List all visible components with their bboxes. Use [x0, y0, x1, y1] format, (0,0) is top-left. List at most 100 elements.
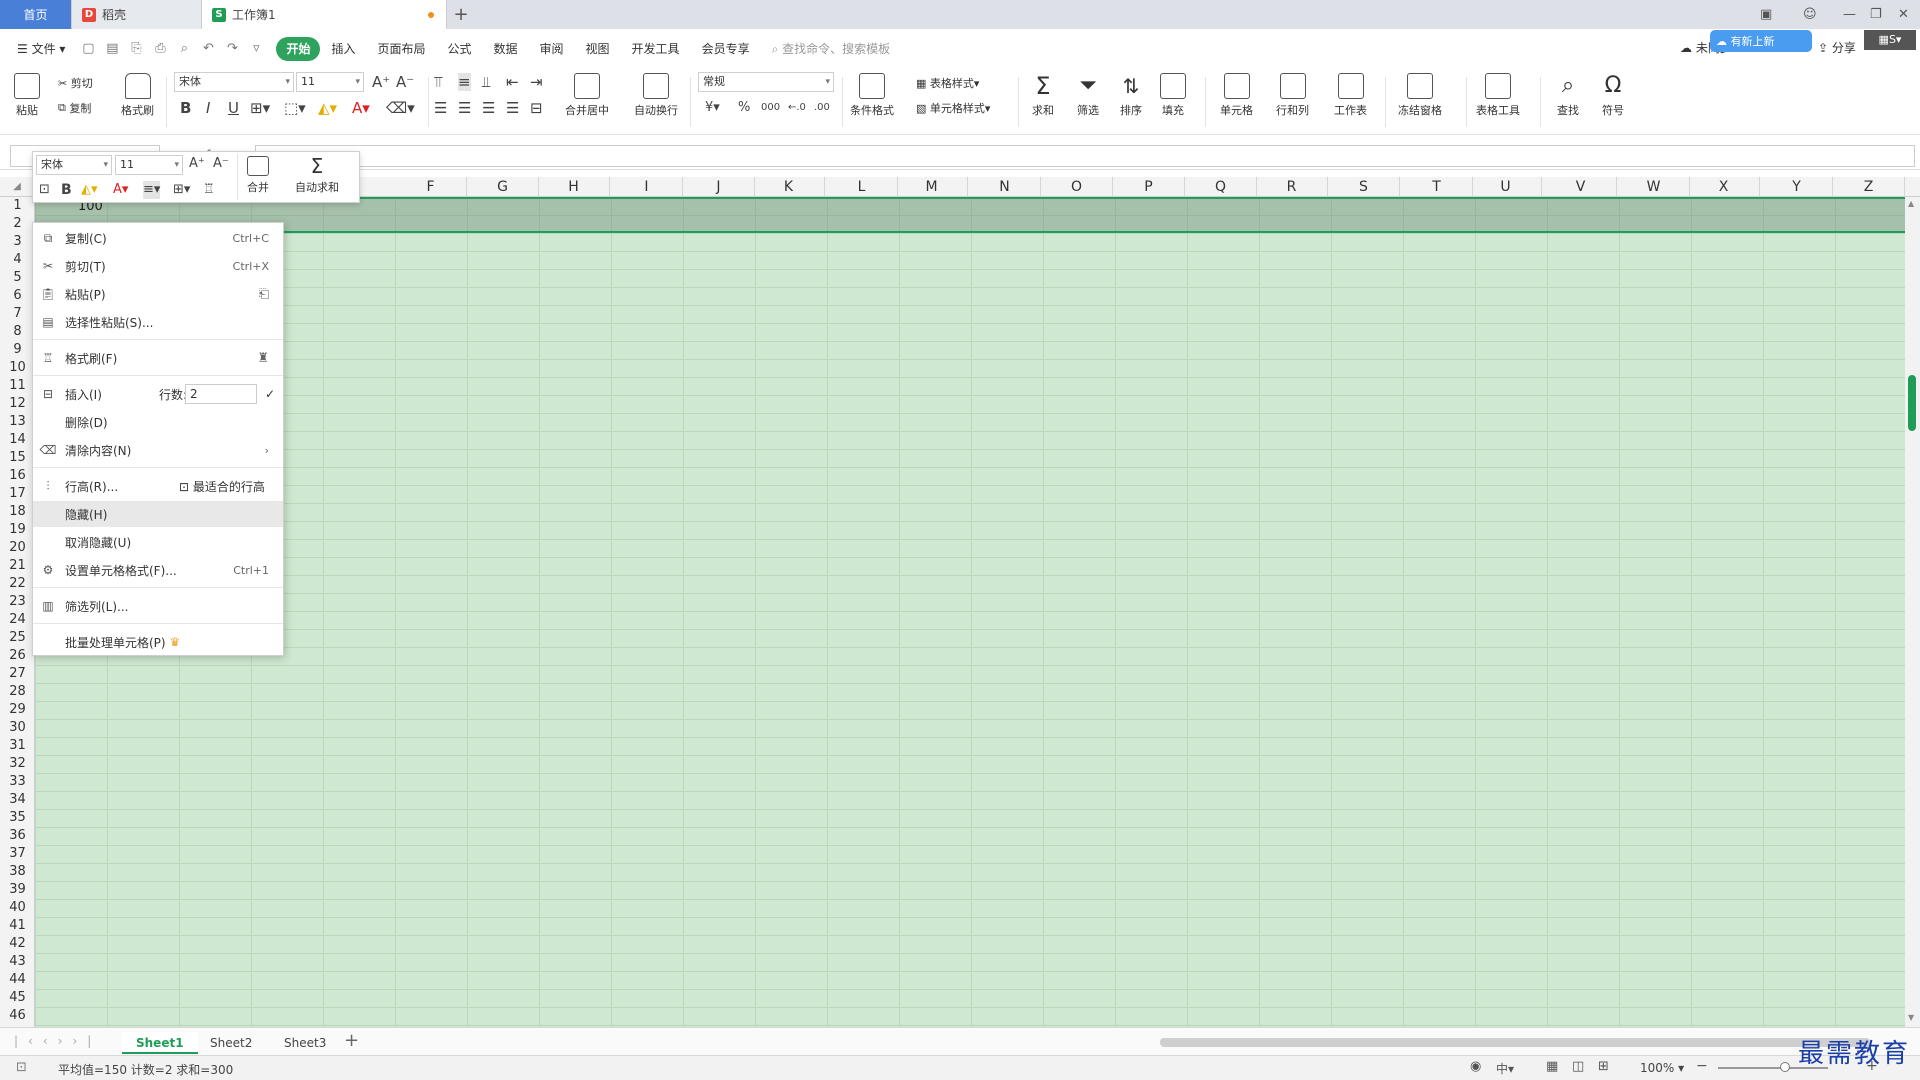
- row-header-24[interactable]: 24: [0, 611, 35, 629]
- menu-cut[interactable]: ✂ 剪切(T) Ctrl+X: [33, 253, 283, 279]
- restore-icon[interactable]: ❐: [1870, 0, 1882, 29]
- menu-insert[interactable]: ⊟ 插入(I) 行数: 2 ✓: [33, 381, 283, 407]
- font-size-select[interactable]: 11: [296, 72, 364, 92]
- row-header-1[interactable]: 1: [0, 197, 35, 215]
- sheet-tab-2[interactable]: Sheet2: [196, 1032, 266, 1054]
- column-header-z[interactable]: Z: [1833, 177, 1905, 197]
- window-layout-icon[interactable]: ▣: [1760, 0, 1772, 29]
- column-header-j[interactable]: J: [683, 177, 755, 197]
- menu-batch-process[interactable]: 批量处理单元格(P) ♛: [33, 629, 283, 655]
- percent-icon[interactable]: %: [738, 99, 750, 117]
- row-header-13[interactable]: 13: [0, 413, 35, 431]
- vertical-scroll-thumb[interactable]: [1908, 375, 1916, 431]
- add-sheet-icon[interactable]: +: [344, 1030, 359, 1051]
- sort-button[interactable]: ⇅ 排序: [1118, 73, 1144, 118]
- row-header-31[interactable]: 31: [0, 737, 35, 755]
- currency-icon[interactable]: ¥▾: [705, 99, 720, 117]
- confirm-check-icon[interactable]: ✓: [265, 387, 275, 401]
- scroll-down-icon[interactable]: ▼: [1908, 1013, 1914, 1022]
- row-header-39[interactable]: 39: [0, 881, 35, 899]
- mini-font-color-icon[interactable]: A▾: [113, 181, 128, 199]
- eye-protection-icon[interactable]: ◉: [1470, 1059, 1481, 1074]
- menu-unhide[interactable]: 取消隐藏(U): [33, 529, 283, 555]
- table-tools-button[interactable]: 表格工具: [1476, 73, 1520, 118]
- row-header-21[interactable]: 21: [0, 557, 35, 575]
- align-middle-icon[interactable]: ≡: [458, 73, 471, 91]
- menu-tab-member[interactable]: 会员专享: [691, 37, 761, 61]
- save-icon[interactable]: ▤: [103, 40, 121, 58]
- command-search[interactable]: ⌕ 查找命令、搜索模板: [761, 37, 902, 61]
- row-header-34[interactable]: 34: [0, 791, 35, 809]
- cell-style-button[interactable]: ▧ 单元格样式 ▾: [916, 100, 990, 116]
- row-header-35[interactable]: 35: [0, 809, 35, 827]
- mini-font-grow-icon[interactable]: A⁺: [189, 155, 205, 173]
- row-header-33[interactable]: 33: [0, 773, 35, 791]
- indent-increase-icon[interactable]: ⇥: [530, 73, 543, 91]
- column-header-m[interactable]: M: [896, 177, 968, 197]
- row-header-29[interactable]: 29: [0, 701, 35, 719]
- menu-tab-data[interactable]: 数据: [483, 37, 529, 61]
- align-right-icon[interactable]: ☰: [482, 99, 495, 117]
- row-header-36[interactable]: 36: [0, 827, 35, 845]
- formula-input[interactable]: [255, 145, 1915, 167]
- row-header-20[interactable]: 20: [0, 539, 35, 557]
- decimal-increase-icon[interactable]: ←.0: [788, 99, 806, 117]
- row-header-14[interactable]: 14: [0, 431, 35, 449]
- macro-record-icon[interactable]: ⊡: [16, 1060, 27, 1075]
- row-header-41[interactable]: 41: [0, 917, 35, 935]
- menu-paste-special[interactable]: ▤ 选择性粘贴(S)...: [33, 309, 283, 335]
- distribute-icon[interactable]: ⊟: [530, 99, 543, 117]
- row-header-19[interactable]: 19: [0, 521, 35, 539]
- avatar[interactable]: ☺: [1803, 0, 1817, 29]
- align-left-icon[interactable]: ☰: [434, 99, 447, 117]
- best-fit-height-button[interactable]: ⊡ 最适合的行高: [179, 478, 265, 495]
- row-header-45[interactable]: 45: [0, 989, 35, 1007]
- cloud-badge[interactable]: ☁ 有新上新: [1710, 30, 1812, 52]
- zoom-out-icon[interactable]: −: [1696, 1058, 1708, 1074]
- indent-decrease-icon[interactable]: ⇤: [506, 73, 519, 91]
- row-header-2[interactable]: 2: [0, 215, 35, 233]
- filter-button[interactable]: ⏷ 筛选: [1075, 73, 1101, 118]
- mini-bold-icon[interactable]: B: [61, 181, 72, 199]
- row-header-42[interactable]: 42: [0, 935, 35, 953]
- font-color-icon[interactable]: A▾: [352, 99, 370, 117]
- customize-chevron-icon[interactable]: ▿: [247, 40, 265, 58]
- font-shrink-icon[interactable]: A⁻: [396, 73, 414, 91]
- column-header-k[interactable]: K: [753, 177, 825, 197]
- column-header-u[interactable]: U: [1470, 177, 1542, 197]
- column-header-i[interactable]: I: [611, 177, 683, 197]
- mini-autosum-button[interactable]: Σ 自动求和: [295, 156, 339, 195]
- row-header-22[interactable]: 22: [0, 575, 35, 593]
- column-header-x[interactable]: X: [1688, 177, 1760, 197]
- menu-tab-home[interactable]: 开始: [276, 37, 321, 61]
- row-header-30[interactable]: 30: [0, 719, 35, 737]
- new-icon[interactable]: ▢: [79, 40, 97, 58]
- row-header-15[interactable]: 15: [0, 449, 35, 467]
- sum-button[interactable]: Σ 求和: [1030, 73, 1056, 118]
- table-style-button[interactable]: ▦ 表格样式 ▾: [916, 75, 979, 91]
- row-col-button[interactable]: 行和列: [1276, 73, 1309, 118]
- row-header-40[interactable]: 40: [0, 899, 35, 917]
- menu-hide[interactable]: 隐藏(H): [33, 501, 283, 527]
- font-grow-icon[interactable]: A⁺: [372, 73, 390, 91]
- copy-button[interactable]: ⧉ 复制: [58, 100, 91, 116]
- column-header-v[interactable]: V: [1545, 177, 1617, 197]
- row-header-11[interactable]: 11: [0, 377, 35, 395]
- row-header-18[interactable]: 18: [0, 503, 35, 521]
- menu-tab-insert[interactable]: 插入: [320, 37, 366, 61]
- column-header-p[interactable]: P: [1113, 177, 1185, 197]
- row-header-9[interactable]: 9: [0, 341, 35, 359]
- column-header-y[interactable]: Y: [1761, 177, 1833, 197]
- column-header-t[interactable]: T: [1401, 177, 1473, 197]
- menu-tab-review[interactable]: 审阅: [529, 37, 575, 61]
- row-header-5[interactable]: 5: [0, 269, 35, 287]
- format-painter-side-icon[interactable]: ♜: [257, 351, 269, 366]
- menu-tab-formula[interactable]: 公式: [436, 37, 482, 61]
- tab-home[interactable]: 首页: [0, 0, 72, 29]
- wrap-text-button[interactable]: 自动换行: [634, 73, 678, 118]
- row-header-28[interactable]: 28: [0, 683, 35, 701]
- add-tab-button[interactable]: +: [447, 0, 475, 29]
- sheet-tab-3[interactable]: Sheet3: [270, 1032, 340, 1054]
- menu-delete[interactable]: 删除(D): [33, 409, 283, 435]
- row-header-43[interactable]: 43: [0, 953, 35, 971]
